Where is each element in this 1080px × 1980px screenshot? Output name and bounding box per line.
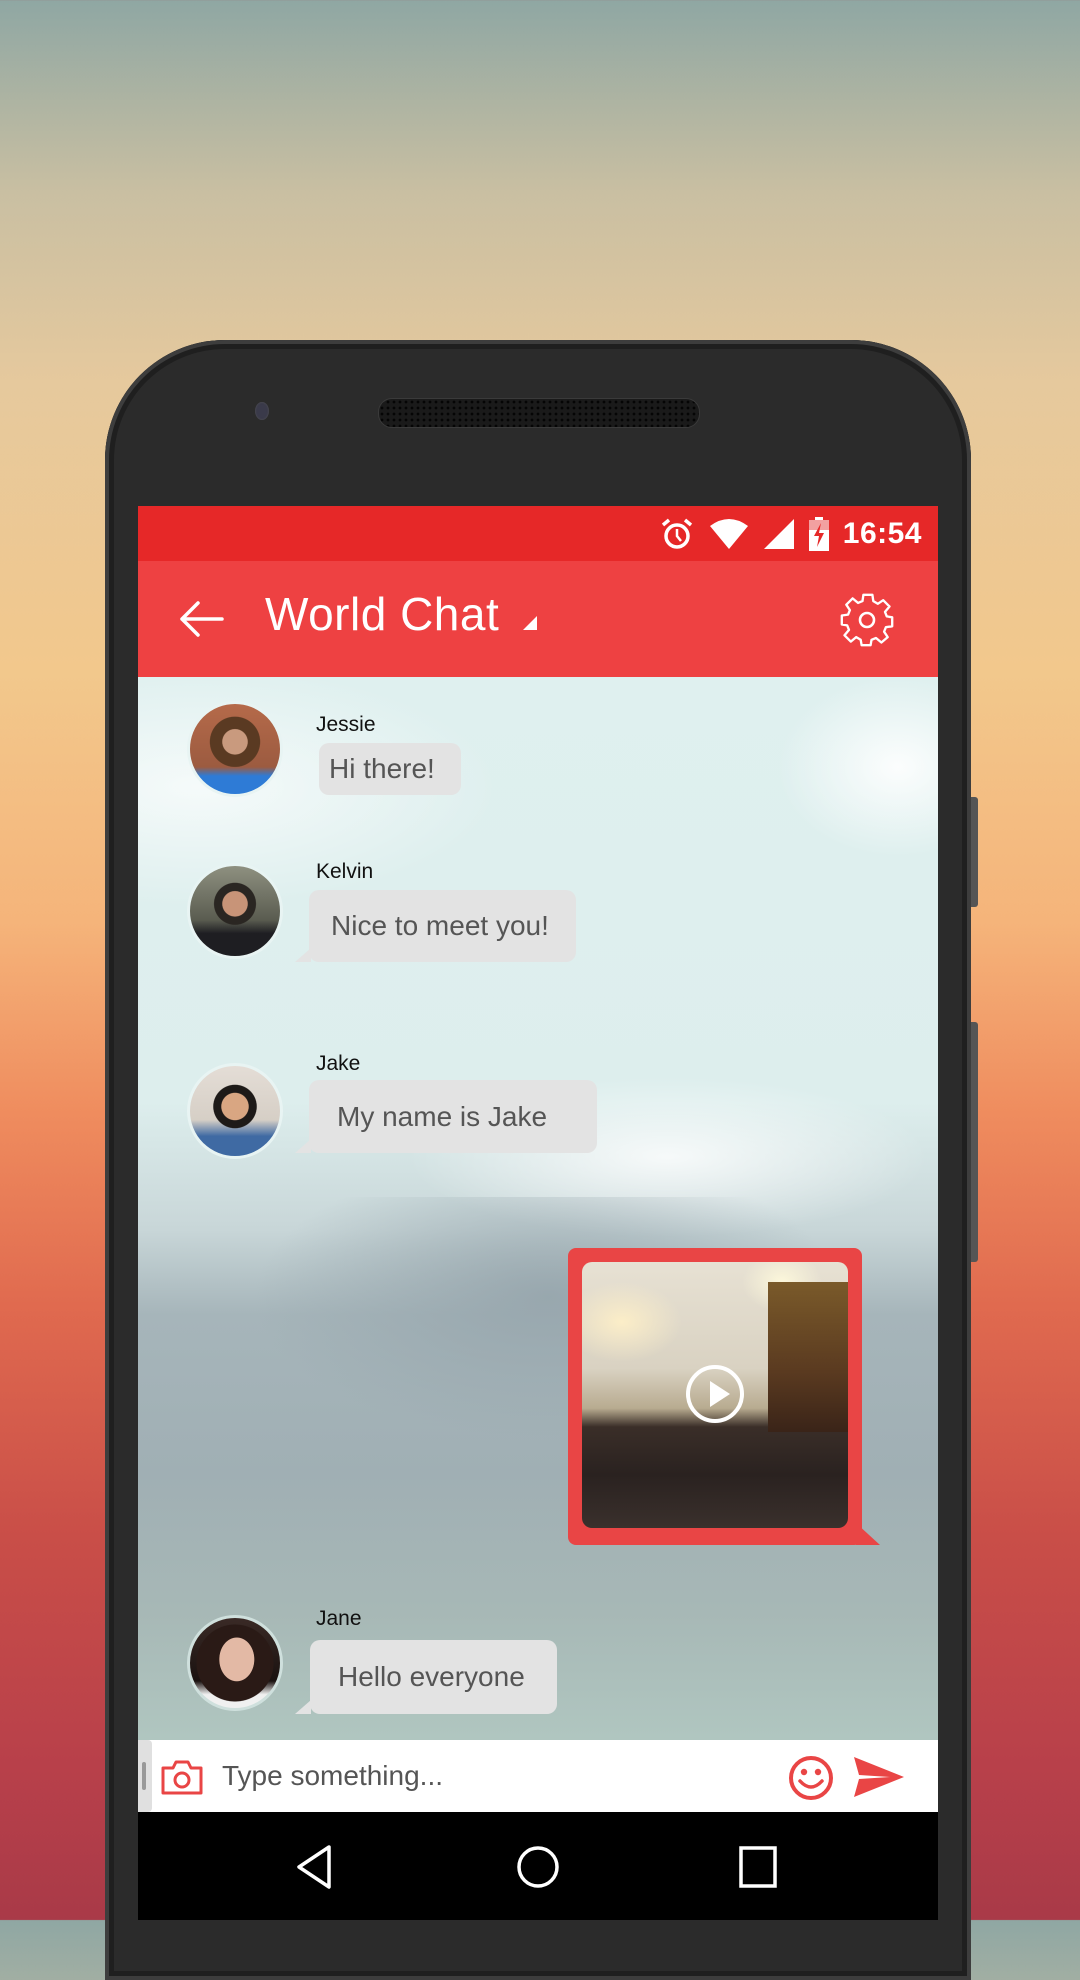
bubble-tail — [295, 1700, 311, 1714]
status-bar: 16:54 — [138, 506, 938, 561]
gear-icon[interactable] — [838, 591, 896, 649]
drawer-handle[interactable] — [138, 1740, 152, 1812]
chat-room-selector[interactable]: World Chat — [265, 587, 538, 641]
avatar-jake[interactable] — [187, 1063, 283, 1159]
phone-volume-button — [971, 1022, 978, 1262]
front-camera — [255, 402, 269, 420]
page-title: World Chat — [265, 588, 500, 640]
camera-icon[interactable] — [160, 1758, 204, 1796]
smiley-icon[interactable] — [788, 1755, 834, 1801]
nav-home-icon[interactable] — [513, 1842, 563, 1892]
bubble-tail — [295, 1139, 311, 1153]
avatar-jessie[interactable] — [187, 701, 283, 797]
video-message[interactable] — [568, 1248, 862, 1545]
message-bubble[interactable]: Hi there! — [319, 743, 461, 795]
message-composer — [138, 1740, 938, 1812]
video-thumbnail-detail — [768, 1282, 848, 1432]
alarm-icon — [661, 518, 692, 549]
message-input[interactable] — [222, 1752, 652, 1800]
status-time: 16:54 — [842, 516, 922, 550]
earpiece-speaker — [378, 398, 700, 428]
system-nav-bar — [138, 1812, 938, 1920]
message-bubble[interactable]: Hello everyone — [310, 1640, 557, 1714]
bubble-tail — [856, 1523, 880, 1545]
sender-name: Kelvin — [316, 860, 374, 883]
app-bar: World Chat — [138, 561, 938, 677]
back-arrow-icon[interactable] — [178, 597, 224, 641]
caret-down-icon — [523, 616, 538, 630]
nav-back-icon[interactable] — [291, 1842, 341, 1892]
video-thumbnail — [582, 1262, 848, 1528]
message-bubble[interactable]: Nice to meet you! — [309, 890, 576, 962]
phone-power-button — [971, 797, 978, 907]
sender-name: Jane — [316, 1607, 362, 1630]
wifi-icon — [709, 518, 748, 549]
play-icon[interactable] — [686, 1365, 744, 1423]
signal-icon — [763, 518, 794, 549]
bubble-tail — [295, 948, 311, 962]
phone-screen: 16:54 World Chat Jessie Hi there! Kelvin… — [138, 506, 938, 1920]
send-icon[interactable] — [852, 1756, 906, 1798]
message-bubble[interactable]: My name is Jake — [309, 1080, 597, 1153]
avatar-jane[interactable] — [187, 1615, 283, 1711]
sender-name: Jessie — [316, 713, 376, 736]
battery-charging-icon — [808, 516, 829, 551]
chat-message-list[interactable]: Jessie Hi there! Kelvin Nice to meet you… — [138, 677, 938, 1740]
avatar-kelvin[interactable] — [187, 863, 283, 959]
nav-recents-icon[interactable] — [733, 1842, 783, 1892]
sender-name: Jake — [316, 1052, 361, 1075]
